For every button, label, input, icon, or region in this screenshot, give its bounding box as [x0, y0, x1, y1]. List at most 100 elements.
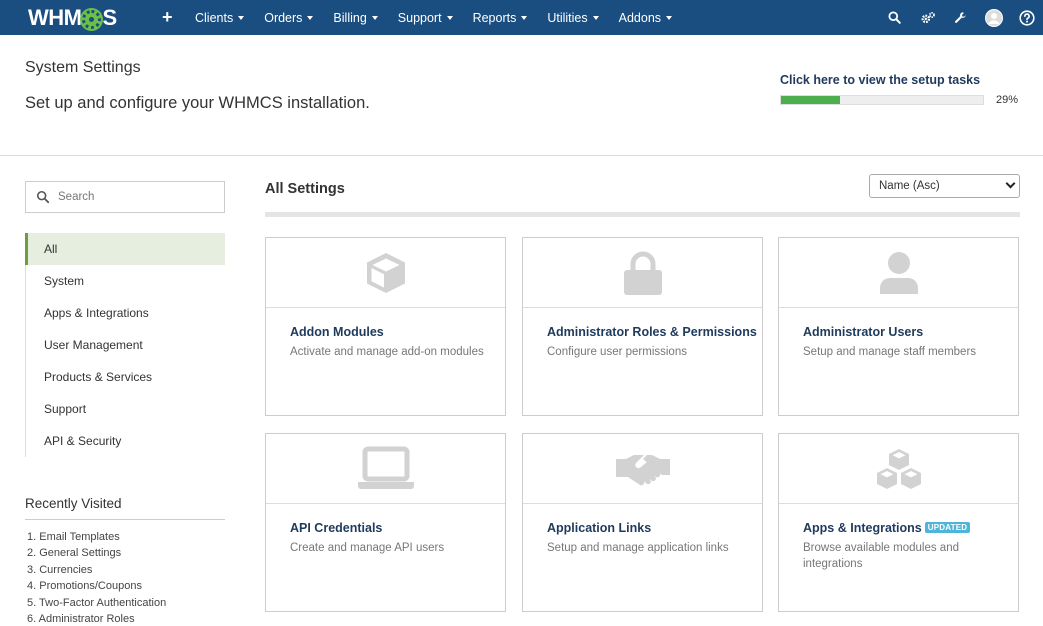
category-all[interactable]: All	[25, 233, 225, 265]
logo-gear-icon	[82, 9, 102, 29]
card-icon-area	[779, 238, 1018, 308]
card-title: Administrator Roles & Permissions	[547, 325, 757, 339]
recent-item[interactable]: 3. Currencies	[27, 562, 166, 578]
recently-visited-heading: Recently Visited	[25, 496, 122, 511]
caret-down-icon	[446, 15, 453, 20]
card-icon-area	[523, 434, 762, 504]
caret-down-icon	[666, 15, 673, 20]
category-list: All System Apps & Integrations User Mana…	[25, 233, 225, 457]
nav-label: Utilities	[547, 10, 588, 25]
cogs-icon[interactable]	[911, 0, 944, 35]
category-label: Apps & Integrations	[44, 306, 149, 320]
card-description: Browse available modules and integration…	[803, 542, 959, 570]
card-title: Application Links	[547, 521, 652, 535]
nav-label: Addons	[618, 10, 662, 25]
nav-label: Billing	[333, 10, 367, 25]
card-icon-area	[779, 434, 1018, 504]
lock-icon	[623, 251, 662, 295]
logo-text-start: WHM	[28, 5, 82, 30]
search-icon	[36, 190, 50, 204]
nav-right-icons	[878, 0, 1043, 35]
page-subtitle: Set up and configure your WHMCS installa…	[25, 94, 370, 112]
category-label: Support	[44, 402, 87, 416]
nav-addons[interactable]: Addons	[609, 0, 682, 35]
nav-reports[interactable]: Reports	[463, 0, 538, 35]
whmcs-logo[interactable]: WHM S	[28, 5, 117, 31]
section-divider	[265, 212, 1020, 217]
caret-down-icon	[592, 15, 599, 20]
caret-down-icon	[307, 15, 314, 20]
updated-badge: UPDATED	[924, 522, 971, 533]
settings-search-input[interactable]	[58, 191, 218, 203]
user-icon	[879, 251, 918, 294]
category-apps-integrations[interactable]: Apps & Integrations	[26, 297, 225, 329]
card-description: Setup and manage staff members	[803, 346, 977, 358]
cube-icon	[366, 252, 405, 293]
chevron-down-icon	[1005, 178, 1016, 189]
main-nav: Clients Orders Billing Support Reports U…	[185, 0, 682, 35]
page-header: System Settings Set up and configure you…	[0, 35, 1043, 156]
handshake-icon	[615, 454, 670, 485]
sort-select[interactable]: Name (Asc)	[869, 174, 1020, 198]
recent-item[interactable]: 6. Administrator Roles	[27, 611, 166, 626]
category-label: Products & Services	[44, 370, 153, 384]
card-title: API Credentials	[290, 521, 383, 535]
recent-item[interactable]: 5. Two-Factor Authentication	[27, 595, 166, 611]
recent-item[interactable]: 4. Promotions/Coupons	[27, 578, 166, 594]
nav-label: Reports	[472, 10, 517, 25]
card-icon-area	[266, 238, 505, 308]
category-user-management[interactable]: User Management	[26, 329, 225, 361]
caret-down-icon	[521, 15, 528, 20]
category-label: API & Security	[44, 434, 122, 448]
card-icon-area	[523, 238, 762, 308]
nav-utilities[interactable]: Utilities	[537, 0, 608, 35]
caret-down-icon	[371, 15, 378, 20]
setup-tasks-link[interactable]: Click here to view the setup tasks	[780, 73, 980, 87]
recent-item[interactable]: 2. General Settings	[27, 545, 166, 561]
help-icon[interactable]	[1010, 0, 1043, 35]
setup-progress-bar	[780, 95, 984, 105]
setup-progress-percent: 29%	[996, 94, 1019, 106]
logo-text-end: S	[102, 5, 117, 30]
nav-label: Support	[397, 10, 442, 25]
laptop-icon	[357, 446, 414, 489]
card-addon-modules[interactable]: Addon Modules Activate and manage add-on…	[265, 237, 506, 416]
card-application-links[interactable]: Application Links Setup and manage appli…	[522, 433, 763, 612]
recent-item[interactable]: 1. Email Templates	[27, 529, 166, 545]
category-support[interactable]: Support	[26, 393, 225, 425]
top-navbar: WHM S + Clients Orders Billing Support Re…	[0, 0, 1043, 35]
card-api-credentials[interactable]: API Credentials Create and manage API us…	[265, 433, 506, 612]
settings-search-box	[25, 181, 225, 213]
avatar-icon[interactable]	[977, 0, 1010, 35]
card-description: Create and manage API users	[290, 542, 445, 554]
category-system[interactable]: System	[26, 265, 225, 297]
card-title: Apps & Integrations UPDATED	[803, 521, 971, 535]
caret-down-icon	[238, 15, 245, 20]
category-api-security[interactable]: API & Security	[26, 425, 225, 457]
card-administrator-users[interactable]: Administrator Users Setup and manage sta…	[778, 237, 1019, 416]
settings-main: All System Apps & Integrations User Mana…	[0, 156, 1043, 626]
card-description: Configure user permissions	[547, 346, 687, 358]
category-products-services[interactable]: Products & Services	[26, 361, 225, 393]
category-label: User Management	[44, 338, 143, 352]
section-title: All Settings	[265, 181, 345, 197]
recently-visited-divider	[25, 519, 225, 520]
category-label: System	[44, 274, 85, 288]
card-title: Administrator Users	[803, 325, 924, 339]
recently-visited-list: 1. Email Templates 2. General Settings 3…	[27, 529, 166, 626]
setup-progress-fill	[781, 96, 840, 104]
nav-orders[interactable]: Orders	[254, 0, 323, 35]
add-new-plus-icon[interactable]: +	[162, 8, 173, 26]
nav-support[interactable]: Support	[388, 0, 463, 35]
search-icon[interactable]	[878, 0, 911, 35]
card-icon-area	[266, 434, 505, 504]
nav-billing[interactable]: Billing	[323, 0, 387, 35]
nav-clients[interactable]: Clients	[185, 0, 254, 35]
card-admin-roles-permissions[interactable]: Administrator Roles & Permissions Config…	[522, 237, 763, 416]
card-apps-integrations[interactable]: Apps & Integrations UPDATED Browse availa…	[778, 433, 1019, 612]
page-title: System Settings	[25, 59, 141, 76]
card-title-text: Apps & Integrations	[803, 521, 922, 535]
wrench-icon[interactable]	[944, 0, 977, 35]
nav-label: Orders	[264, 10, 303, 25]
card-description: Activate and manage add-on modules	[290, 346, 484, 358]
